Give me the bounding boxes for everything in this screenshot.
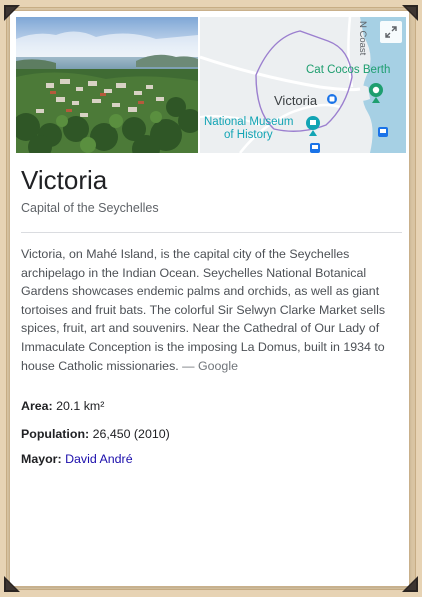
description-source-link[interactable]: — Google <box>182 359 238 373</box>
fact-population: Population: 26,450 (2010) <box>21 427 170 441</box>
map-label-museum-2: of History <box>224 129 273 141</box>
fact-mayor-label[interactable]: Mayor: <box>21 452 62 466</box>
map-label-museum: National Museum <box>204 116 294 128</box>
mayor-link[interactable]: David André <box>65 452 133 466</box>
page-title: Victoria <box>21 165 108 195</box>
description: Victoria, on Mahé Island, is the capital… <box>21 245 401 375</box>
expand-icon[interactable] <box>380 21 402 43</box>
photo-corner-icon <box>402 576 418 592</box>
fact-area-value: 20.1 km² <box>56 399 105 413</box>
fact-population-value: 26,450 (2010) <box>92 427 170 441</box>
divider <box>21 232 402 233</box>
page-subtitle: Capital of the Seychelles <box>21 201 159 215</box>
map-label-road: N Coast <box>357 21 368 56</box>
city-map[interactable]: Victoria Cat Cocos Berth National Museum… <box>200 17 406 153</box>
photo-corner-icon <box>4 576 20 592</box>
description-text: Victoria, on Mahé Island, is the capital… <box>21 247 386 373</box>
photo-corner-icon <box>402 5 418 21</box>
images-row: Victoria Cat Cocos Berth National Museum… <box>16 17 406 153</box>
city-photo[interactable] <box>16 17 198 153</box>
fact-population-label[interactable]: Population: <box>21 427 89 441</box>
fact-area: Area: 20.1 km² <box>21 399 104 413</box>
fact-area-label[interactable]: Area: <box>21 399 53 413</box>
map-label-victoria: Victoria <box>274 93 318 108</box>
map-label-cat-cocos-berth: Cat Cocos Berth <box>306 64 391 76</box>
knowledge-panel-card: Victoria Cat Cocos Berth National Museum… <box>10 11 409 586</box>
photo-corner-icon <box>4 5 20 21</box>
fact-mayor: Mayor: David André <box>21 452 133 466</box>
